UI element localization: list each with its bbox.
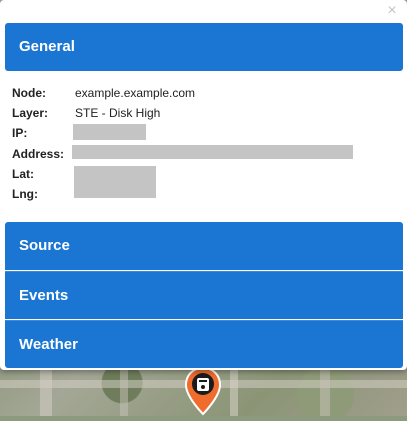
ip-value-redacted [73, 124, 146, 140]
node-label: Node: [12, 86, 46, 100]
lat-label: Lat: [12, 167, 34, 181]
info-popup: × General Node: example.example.com Laye… [0, 0, 407, 370]
section-events-header[interactable]: Events [5, 271, 403, 319]
lng-label: Lng: [12, 187, 38, 201]
ip-label: IP: [12, 126, 28, 140]
layer-value: STE - Disk High [75, 106, 161, 120]
node-value: example.example.com [75, 86, 196, 100]
close-icon[interactable]: × [385, 3, 399, 19]
section-general-header[interactable]: General [5, 23, 403, 71]
section-weather-header[interactable]: Weather [5, 320, 403, 368]
map-marker-icon[interactable] [184, 366, 222, 416]
address-value-redacted [72, 145, 353, 159]
address-label: Address: [12, 147, 65, 161]
lat-lng-value-redacted [74, 166, 156, 198]
section-source-header[interactable]: Source [5, 222, 403, 270]
layer-label: Layer: [12, 106, 49, 120]
